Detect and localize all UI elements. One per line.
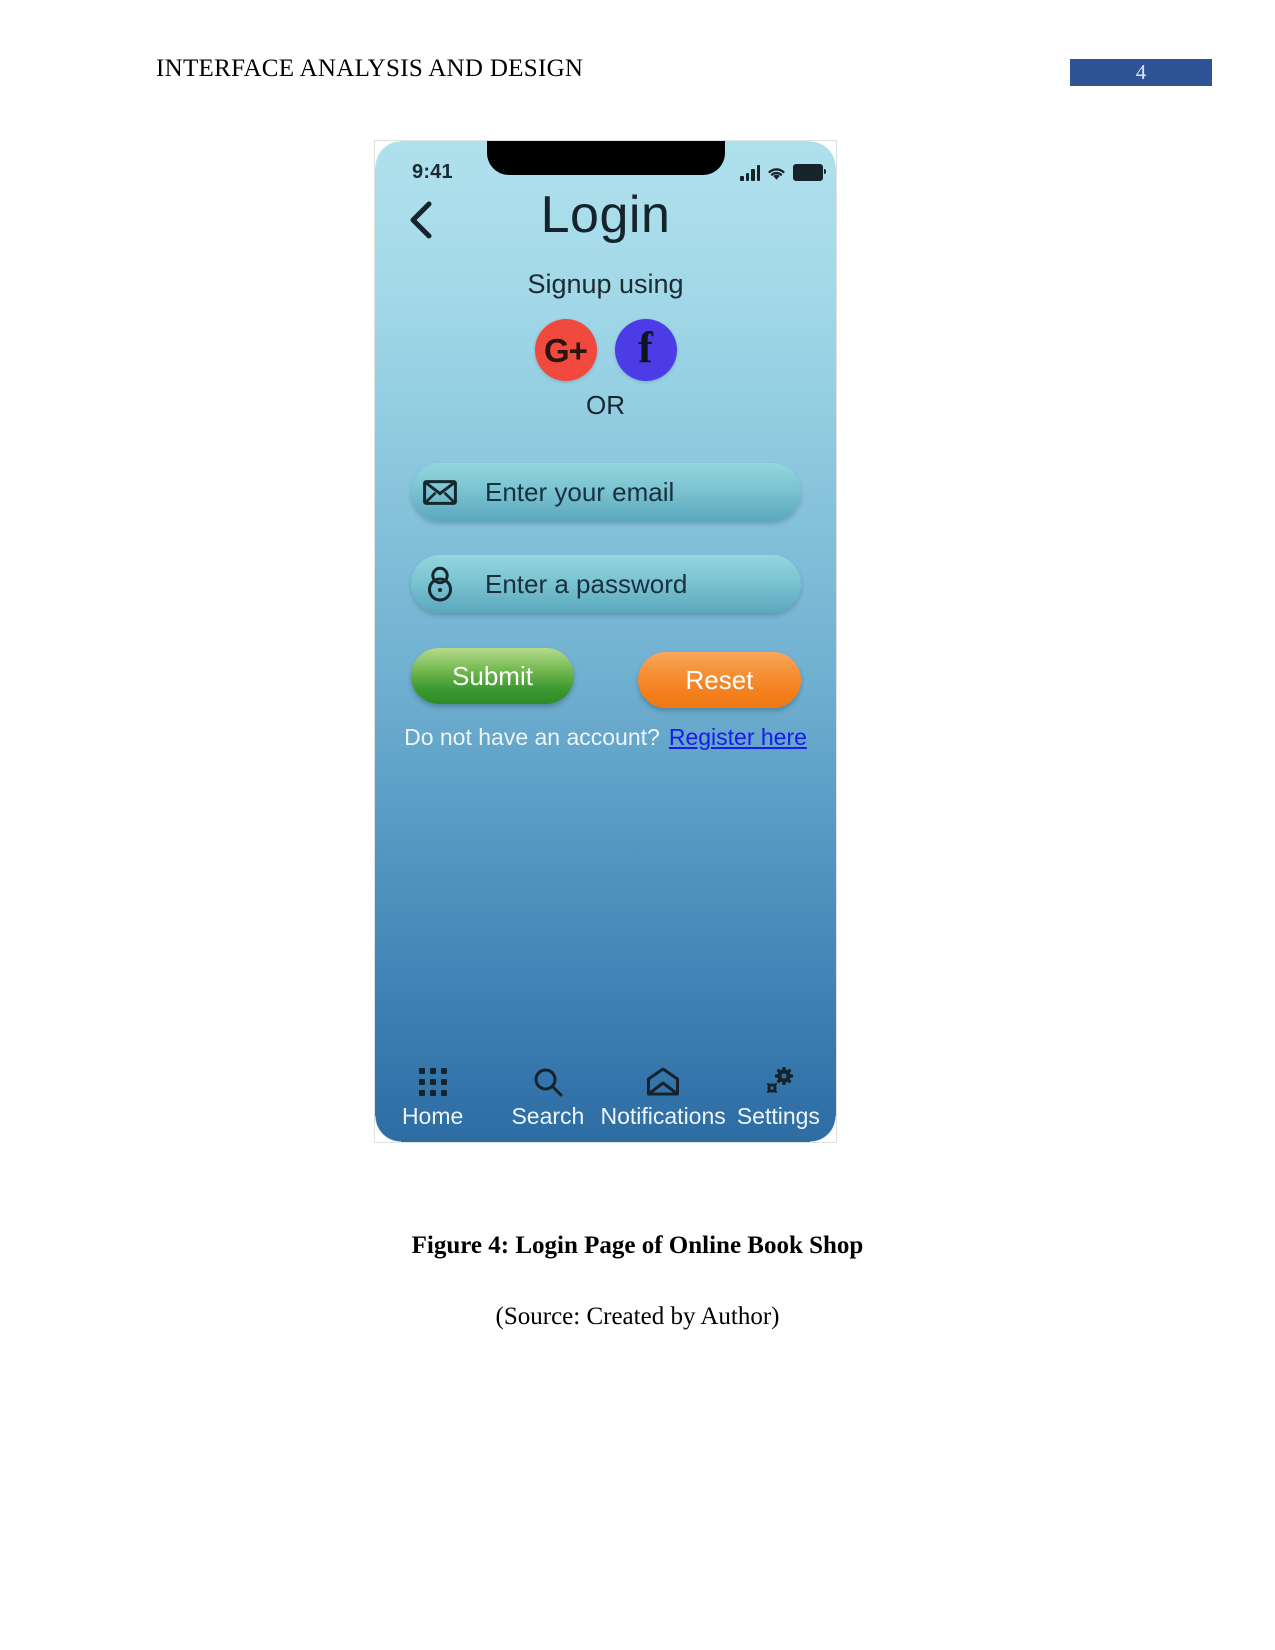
nav-label-home: Home (401, 1103, 464, 1129)
register-prompt-row: Do not have an account? Register here (375, 724, 836, 751)
facebook-icon: f (638, 323, 653, 372)
nav-label-search: Search (511, 1103, 585, 1129)
grid-dots-icon (418, 1066, 447, 1098)
email-field-placeholder: Enter your email (485, 476, 675, 507)
document-header-title: INTERFACE ANALYSIS AND DESIGN (156, 55, 584, 82)
reset-button[interactable]: Reset (638, 652, 801, 708)
app-header: Login (375, 186, 836, 253)
lock-icon (411, 566, 469, 602)
signal-bars-icon (740, 165, 760, 181)
document-header: INTERFACE ANALYSIS AND DESIGN 4 (0, 0, 1275, 110)
social-login-row: G+ f (375, 319, 836, 381)
password-field[interactable]: Enter a password (411, 555, 801, 613)
envelope-icon (411, 479, 469, 505)
envelope-open-icon (646, 1066, 680, 1098)
nav-label-notifications: Notifications (600, 1103, 726, 1129)
submit-button[interactable]: Submit (411, 648, 574, 704)
status-icons (740, 161, 826, 181)
google-plus-button[interactable]: G+ (534, 319, 597, 381)
facebook-button[interactable]: f (614, 319, 677, 381)
phone-mockup: 9:41 Login Signup using G+ f OR Enter yo… (375, 141, 836, 1142)
battery-icon (793, 164, 826, 181)
page-title: Login (540, 186, 671, 244)
gear-icon (761, 1066, 795, 1098)
nav-item-settings[interactable]: Settings (723, 1066, 833, 1130)
nav-label-settings: Settings (736, 1103, 820, 1129)
or-divider-label: OR (586, 390, 625, 420)
source-caption: (Source: Created by Author) (495, 1303, 780, 1330)
figure-caption: Figure 4: Login Page of Online Book Shop (411, 1232, 864, 1259)
bottom-navigation-bar: Home Search Notifications Settings (375, 1046, 836, 1142)
signup-using-label: Signup using (527, 269, 684, 299)
status-time: 9:41 (412, 161, 453, 183)
register-prompt-text: Do not have an account? (404, 724, 660, 750)
page-number-text: 4 (1135, 60, 1147, 84)
email-field[interactable]: Enter your email (411, 463, 801, 521)
nav-item-home[interactable]: Home (378, 1066, 488, 1130)
nav-item-notifications[interactable]: Notifications (600, 1066, 726, 1130)
search-icon (532, 1066, 564, 1098)
password-field-placeholder: Enter a password (485, 568, 688, 599)
google-plus-icon: G+ (544, 331, 588, 369)
register-here-link[interactable]: Register here (669, 724, 807, 750)
nav-item-search[interactable]: Search (493, 1066, 603, 1130)
page-number-badge: 4 (1070, 59, 1212, 86)
wifi-icon (767, 166, 786, 181)
